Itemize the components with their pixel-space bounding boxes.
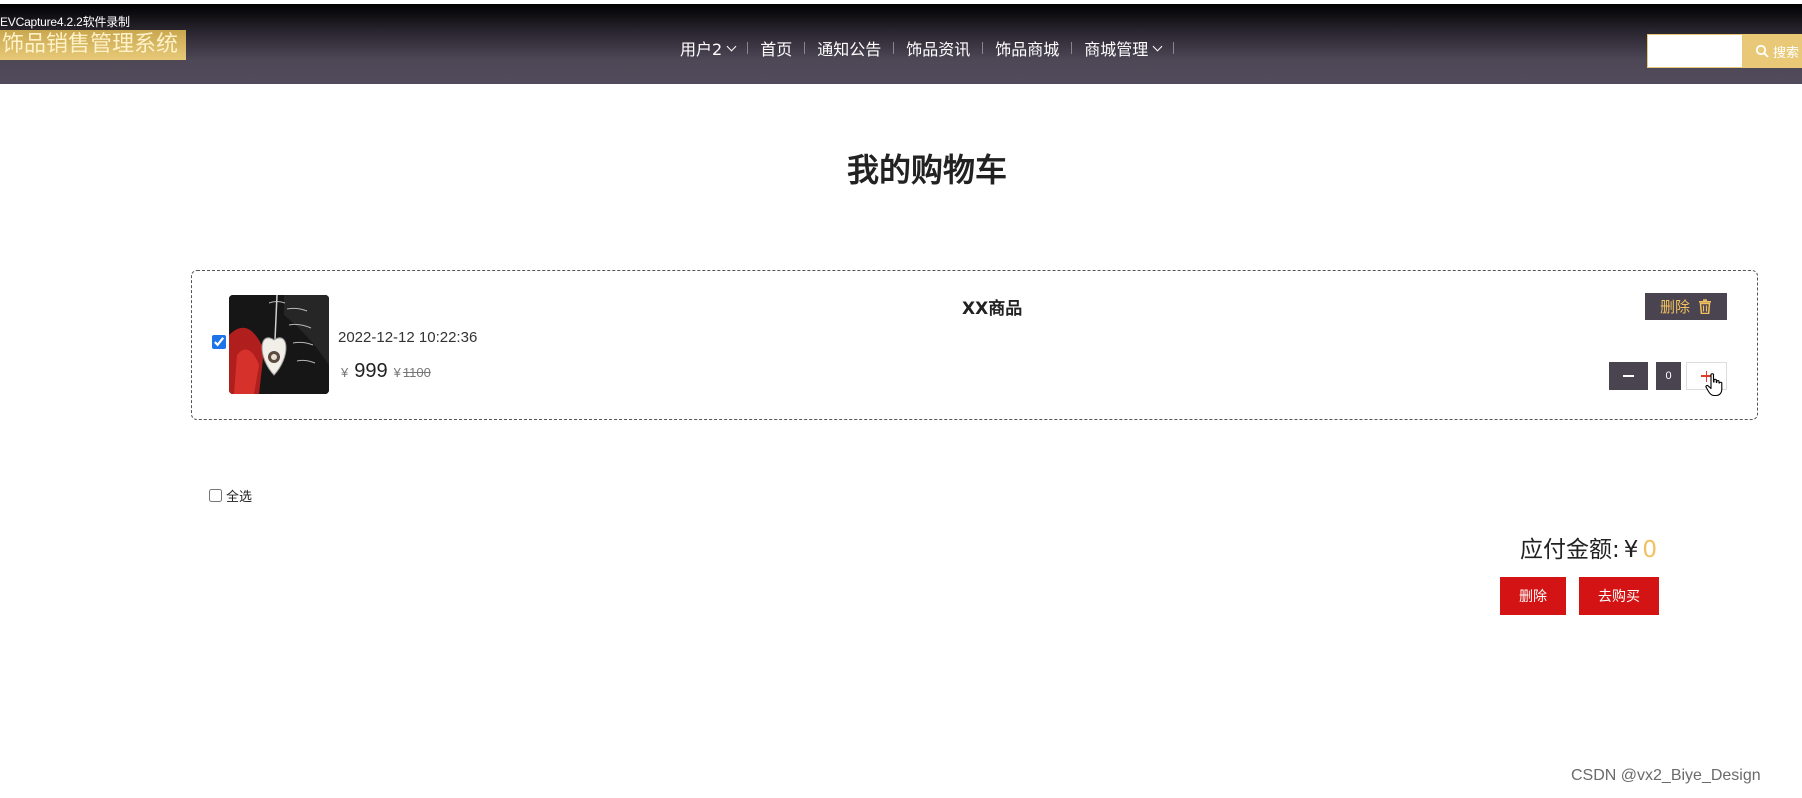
main-nav: 用户2 首页 通知公告 饰品资讯 饰品商城 商城管理 <box>668 36 1175 60</box>
total-label: 应付金额: <box>1520 537 1620 563</box>
currency-symbol: ¥ <box>341 365 349 380</box>
search-button-label: 搜索 <box>1773 45 1800 61</box>
trash-icon <box>1699 299 1711 314</box>
page-title: 我的购物车 <box>846 151 1007 189</box>
quantity-value[interactable]: 0 <box>1656 362 1681 390</box>
original-price: 1100 <box>402 365 431 380</box>
search-button[interactable]: 搜索 <box>1743 34 1802 68</box>
product-thumbnail[interactable] <box>229 295 329 394</box>
cart-item-date: 2022-12-12 10:22:36 <box>338 329 478 346</box>
cart-item-checkbox[interactable] <box>212 335 226 349</box>
total-currency: ¥ <box>1623 537 1639 563</box>
checkout-button[interactable]: 去购买 <box>1579 577 1659 615</box>
total-value: 0 <box>1642 537 1658 563</box>
search-icon <box>1755 44 1769 58</box>
nav-manage-menu[interactable]: 商城管理 <box>1072 36 1173 60</box>
select-all-label: 全选 <box>226 490 253 505</box>
currency-symbol: ¥ <box>393 365 401 380</box>
nav-mall[interactable]: 饰品商城 <box>983 36 1071 60</box>
cart-item-name[interactable]: XX商品 <box>962 294 1022 319</box>
hand-cursor-icon <box>1705 373 1723 397</box>
site-brand[interactable]: 饰品销售管理系统 <box>0 30 186 60</box>
nav-home[interactable]: 首页 <box>748 36 804 60</box>
quantity-decrease-button[interactable] <box>1609 362 1648 390</box>
nav-user-label: 用户2 <box>680 40 723 59</box>
nav-manage-label: 商城管理 <box>1084 40 1149 59</box>
total-amount: 应付金额: ¥ 0 <box>1520 530 1657 564</box>
minus-icon <box>1623 375 1634 377</box>
nav-divider <box>1173 42 1175 54</box>
watermark: CSDN @vx2_Biye_Design <box>1571 767 1761 784</box>
nav-notice[interactable]: 通知公告 <box>805 36 893 60</box>
top-navbar: 饰品销售管理系统 用户2 首页 通知公告 饰品资讯 饰品商城 商城管理 搜索 <box>0 4 1802 84</box>
nav-news[interactable]: 饰品资讯 <box>894 36 982 60</box>
select-all[interactable]: 全选 <box>209 486 252 505</box>
nav-user-menu[interactable]: 用户2 <box>668 36 747 60</box>
current-price: 999 <box>354 360 388 382</box>
delete-selected-button[interactable]: 删除 <box>1500 577 1566 615</box>
item-delete-button[interactable]: 删除 <box>1645 293 1727 320</box>
chevron-down-icon <box>726 41 737 51</box>
item-delete-label: 删除 <box>1659 298 1690 316</box>
select-all-checkbox[interactable] <box>209 489 222 502</box>
cart-item-price: ¥ 999 ¥ 1100 <box>341 360 431 383</box>
search-input[interactable] <box>1647 34 1743 68</box>
chevron-down-icon <box>1152 41 1163 51</box>
recording-label: EVCapture4.2.2软件录制 <box>0 15 130 29</box>
